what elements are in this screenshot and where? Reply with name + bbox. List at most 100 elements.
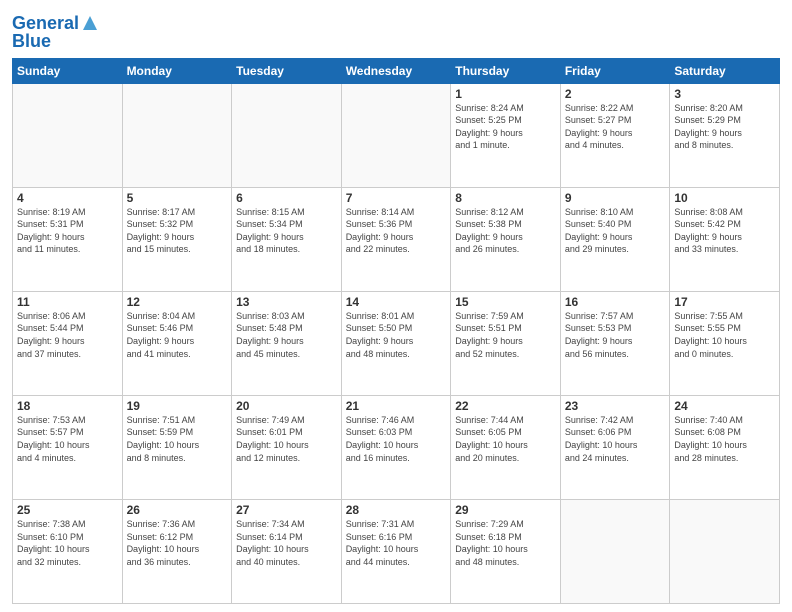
day-number: 14 [346,295,447,309]
logo: General Blue [12,14,99,52]
day-info: Sunrise: 7:36 AM Sunset: 6:12 PM Dayligh… [127,518,228,568]
calendar-cell: 11Sunrise: 8:06 AM Sunset: 5:44 PM Dayli… [13,291,123,395]
day-info: Sunrise: 7:29 AM Sunset: 6:18 PM Dayligh… [455,518,556,568]
day-info: Sunrise: 7:51 AM Sunset: 5:59 PM Dayligh… [127,414,228,464]
header: General Blue [12,10,780,52]
day-info: Sunrise: 8:22 AM Sunset: 5:27 PM Dayligh… [565,102,666,152]
day-info: Sunrise: 7:49 AM Sunset: 6:01 PM Dayligh… [236,414,337,464]
day-number: 29 [455,503,556,517]
day-header-wednesday: Wednesday [341,58,451,83]
day-header-sunday: Sunday [13,58,123,83]
day-info: Sunrise: 7:53 AM Sunset: 5:57 PM Dayligh… [17,414,118,464]
calendar-cell: 6Sunrise: 8:15 AM Sunset: 5:34 PM Daylig… [232,187,342,291]
day-number: 12 [127,295,228,309]
calendar-cell: 13Sunrise: 8:03 AM Sunset: 5:48 PM Dayli… [232,291,342,395]
day-number: 28 [346,503,447,517]
day-info: Sunrise: 8:04 AM Sunset: 5:46 PM Dayligh… [127,310,228,360]
day-number: 9 [565,191,666,205]
calendar-cell [13,83,123,187]
logo-triangle-icon [81,14,99,32]
day-number: 8 [455,191,556,205]
calendar-cell: 2Sunrise: 8:22 AM Sunset: 5:27 PM Daylig… [560,83,670,187]
day-info: Sunrise: 7:57 AM Sunset: 5:53 PM Dayligh… [565,310,666,360]
calendar-cell: 15Sunrise: 7:59 AM Sunset: 5:51 PM Dayli… [451,291,561,395]
calendar-cell: 4Sunrise: 8:19 AM Sunset: 5:31 PM Daylig… [13,187,123,291]
day-info: Sunrise: 7:34 AM Sunset: 6:14 PM Dayligh… [236,518,337,568]
calendar-week-4: 18Sunrise: 7:53 AM Sunset: 5:57 PM Dayli… [13,395,780,499]
calendar-cell: 3Sunrise: 8:20 AM Sunset: 5:29 PM Daylig… [670,83,780,187]
day-info: Sunrise: 8:10 AM Sunset: 5:40 PM Dayligh… [565,206,666,256]
calendar-cell [670,499,780,603]
day-number: 18 [17,399,118,413]
day-info: Sunrise: 8:19 AM Sunset: 5:31 PM Dayligh… [17,206,118,256]
day-number: 3 [674,87,775,101]
calendar-cell [232,83,342,187]
calendar-cell [122,83,232,187]
calendar-cell [560,499,670,603]
logo-blue-text: Blue [12,32,51,52]
calendar-week-5: 25Sunrise: 7:38 AM Sunset: 6:10 PM Dayli… [13,499,780,603]
day-number: 22 [455,399,556,413]
calendar-cell [341,83,451,187]
calendar-cell: 21Sunrise: 7:46 AM Sunset: 6:03 PM Dayli… [341,395,451,499]
day-info: Sunrise: 8:12 AM Sunset: 5:38 PM Dayligh… [455,206,556,256]
day-header-thursday: Thursday [451,58,561,83]
day-info: Sunrise: 8:17 AM Sunset: 5:32 PM Dayligh… [127,206,228,256]
calendar-cell: 26Sunrise: 7:36 AM Sunset: 6:12 PM Dayli… [122,499,232,603]
calendar-cell: 22Sunrise: 7:44 AM Sunset: 6:05 PM Dayli… [451,395,561,499]
calendar-cell: 10Sunrise: 8:08 AM Sunset: 5:42 PM Dayli… [670,187,780,291]
calendar-header-row: SundayMondayTuesdayWednesdayThursdayFrid… [13,58,780,83]
day-info: Sunrise: 7:44 AM Sunset: 6:05 PM Dayligh… [455,414,556,464]
calendar-cell: 18Sunrise: 7:53 AM Sunset: 5:57 PM Dayli… [13,395,123,499]
day-info: Sunrise: 8:24 AM Sunset: 5:25 PM Dayligh… [455,102,556,152]
day-info: Sunrise: 8:06 AM Sunset: 5:44 PM Dayligh… [17,310,118,360]
day-number: 24 [674,399,775,413]
day-number: 2 [565,87,666,101]
day-info: Sunrise: 7:55 AM Sunset: 5:55 PM Dayligh… [674,310,775,360]
calendar-cell: 29Sunrise: 7:29 AM Sunset: 6:18 PM Dayli… [451,499,561,603]
calendar-week-1: 1Sunrise: 8:24 AM Sunset: 5:25 PM Daylig… [13,83,780,187]
day-number: 25 [17,503,118,517]
day-number: 13 [236,295,337,309]
page: General Blue SundayMondayTuesdayWednesda… [0,0,792,612]
day-number: 5 [127,191,228,205]
day-info: Sunrise: 8:20 AM Sunset: 5:29 PM Dayligh… [674,102,775,152]
day-number: 16 [565,295,666,309]
day-number: 21 [346,399,447,413]
day-number: 10 [674,191,775,205]
day-number: 23 [565,399,666,413]
calendar-week-3: 11Sunrise: 8:06 AM Sunset: 5:44 PM Dayli… [13,291,780,395]
calendar-cell: 12Sunrise: 8:04 AM Sunset: 5:46 PM Dayli… [122,291,232,395]
day-info: Sunrise: 8:15 AM Sunset: 5:34 PM Dayligh… [236,206,337,256]
day-number: 15 [455,295,556,309]
day-info: Sunrise: 8:03 AM Sunset: 5:48 PM Dayligh… [236,310,337,360]
day-header-monday: Monday [122,58,232,83]
calendar-cell: 9Sunrise: 8:10 AM Sunset: 5:40 PM Daylig… [560,187,670,291]
day-number: 26 [127,503,228,517]
calendar-table: SundayMondayTuesdayWednesdayThursdayFrid… [12,58,780,604]
day-header-friday: Friday [560,58,670,83]
day-header-tuesday: Tuesday [232,58,342,83]
day-info: Sunrise: 8:01 AM Sunset: 5:50 PM Dayligh… [346,310,447,360]
day-number: 4 [17,191,118,205]
calendar-cell: 27Sunrise: 7:34 AM Sunset: 6:14 PM Dayli… [232,499,342,603]
day-info: Sunrise: 8:08 AM Sunset: 5:42 PM Dayligh… [674,206,775,256]
calendar-cell: 1Sunrise: 8:24 AM Sunset: 5:25 PM Daylig… [451,83,561,187]
day-info: Sunrise: 7:59 AM Sunset: 5:51 PM Dayligh… [455,310,556,360]
day-info: Sunrise: 7:31 AM Sunset: 6:16 PM Dayligh… [346,518,447,568]
day-number: 1 [455,87,556,101]
day-number: 17 [674,295,775,309]
day-info: Sunrise: 7:46 AM Sunset: 6:03 PM Dayligh… [346,414,447,464]
day-info: Sunrise: 7:42 AM Sunset: 6:06 PM Dayligh… [565,414,666,464]
calendar-cell: 20Sunrise: 7:49 AM Sunset: 6:01 PM Dayli… [232,395,342,499]
day-number: 27 [236,503,337,517]
day-number: 11 [17,295,118,309]
calendar-cell: 8Sunrise: 8:12 AM Sunset: 5:38 PM Daylig… [451,187,561,291]
day-number: 20 [236,399,337,413]
calendar-cell: 17Sunrise: 7:55 AM Sunset: 5:55 PM Dayli… [670,291,780,395]
calendar-cell: 25Sunrise: 7:38 AM Sunset: 6:10 PM Dayli… [13,499,123,603]
calendar-cell: 14Sunrise: 8:01 AM Sunset: 5:50 PM Dayli… [341,291,451,395]
day-number: 19 [127,399,228,413]
calendar-cell: 28Sunrise: 7:31 AM Sunset: 6:16 PM Dayli… [341,499,451,603]
day-info: Sunrise: 7:38 AM Sunset: 6:10 PM Dayligh… [17,518,118,568]
